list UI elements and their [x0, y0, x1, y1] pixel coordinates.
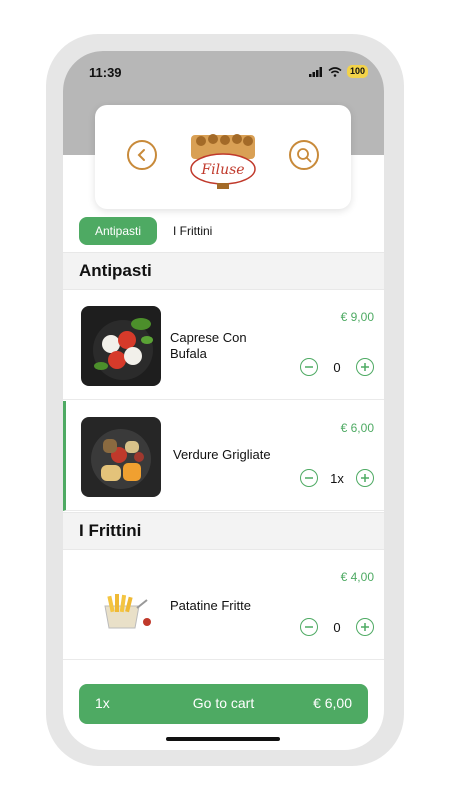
- item-price: € 6,00: [340, 421, 374, 435]
- decrease-button[interactable]: [300, 358, 318, 376]
- quantity-stepper: 0: [300, 618, 374, 636]
- item-price: € 4,00: [340, 570, 374, 584]
- go-to-cart-button[interactable]: Go to cart 1x € 6,00: [79, 684, 368, 724]
- signal-icon: [308, 66, 322, 77]
- increase-button[interactable]: [356, 469, 374, 487]
- increase-button[interactable]: [356, 358, 374, 376]
- chevron-left-icon: [137, 149, 145, 161]
- section-header-i-frittini: I Frittini: [63, 512, 384, 550]
- plus-icon: [361, 623, 369, 631]
- category-tabs: Antipasti I Frittini: [63, 215, 384, 251]
- battery-badge: 100: [346, 65, 368, 78]
- quantity-value: 1x: [330, 470, 344, 486]
- minus-icon: [305, 366, 313, 368]
- quantity-value: 0: [333, 619, 341, 635]
- item-name: Verdure Grigliate: [173, 447, 271, 462]
- plus-icon: [361, 474, 369, 482]
- quantity-stepper: 0: [300, 358, 374, 376]
- item-name: Caprese Con Bufala: [170, 330, 247, 361]
- tab-antipasti[interactable]: Antipasti: [79, 217, 157, 245]
- search-icon: [297, 148, 312, 163]
- decrease-button[interactable]: [300, 618, 318, 636]
- restaurant-logo: Filuse: [190, 134, 256, 189]
- back-button[interactable]: [127, 140, 157, 170]
- cart-total: € 6,00: [313, 695, 352, 711]
- increase-button[interactable]: [356, 618, 374, 636]
- status-time: 11:39: [89, 65, 122, 80]
- home-indicator: [166, 737, 280, 741]
- verdure-image: [81, 417, 161, 497]
- item-name: Patatine Fritte: [170, 598, 251, 613]
- plus-icon: [361, 363, 369, 371]
- minus-icon: [305, 477, 313, 479]
- search-button[interactable]: [289, 140, 319, 170]
- menu-item-patatine[interactable]: Patatine Fritte € 4,00 0: [63, 550, 384, 660]
- quantity-value: 0: [333, 359, 341, 375]
- cart-count: 1x: [95, 695, 110, 711]
- wifi-icon: [328, 66, 342, 77]
- quantity-stepper: 1x: [300, 469, 374, 487]
- tab-i-frittini[interactable]: I Frittini: [173, 217, 212, 245]
- status-icons: 100: [308, 65, 368, 78]
- app-screen: 11:39 100 Filuse Antipasti I Frittini An…: [63, 51, 384, 750]
- item-price: € 9,00: [340, 310, 374, 324]
- section-header-antipasti: Antipasti: [63, 252, 384, 290]
- patatine-image: [81, 566, 161, 646]
- menu-item-verdure[interactable]: Verdure Grigliate € 6,00 1x: [63, 401, 384, 511]
- svg-text:Filuse: Filuse: [200, 162, 244, 178]
- minus-icon: [305, 626, 313, 628]
- menu-item-caprese[interactable]: Caprese Con Bufala € 9,00 0: [63, 290, 384, 400]
- caprese-image: [81, 306, 161, 386]
- decrease-button[interactable]: [300, 469, 318, 487]
- header-card: Filuse: [95, 105, 351, 209]
